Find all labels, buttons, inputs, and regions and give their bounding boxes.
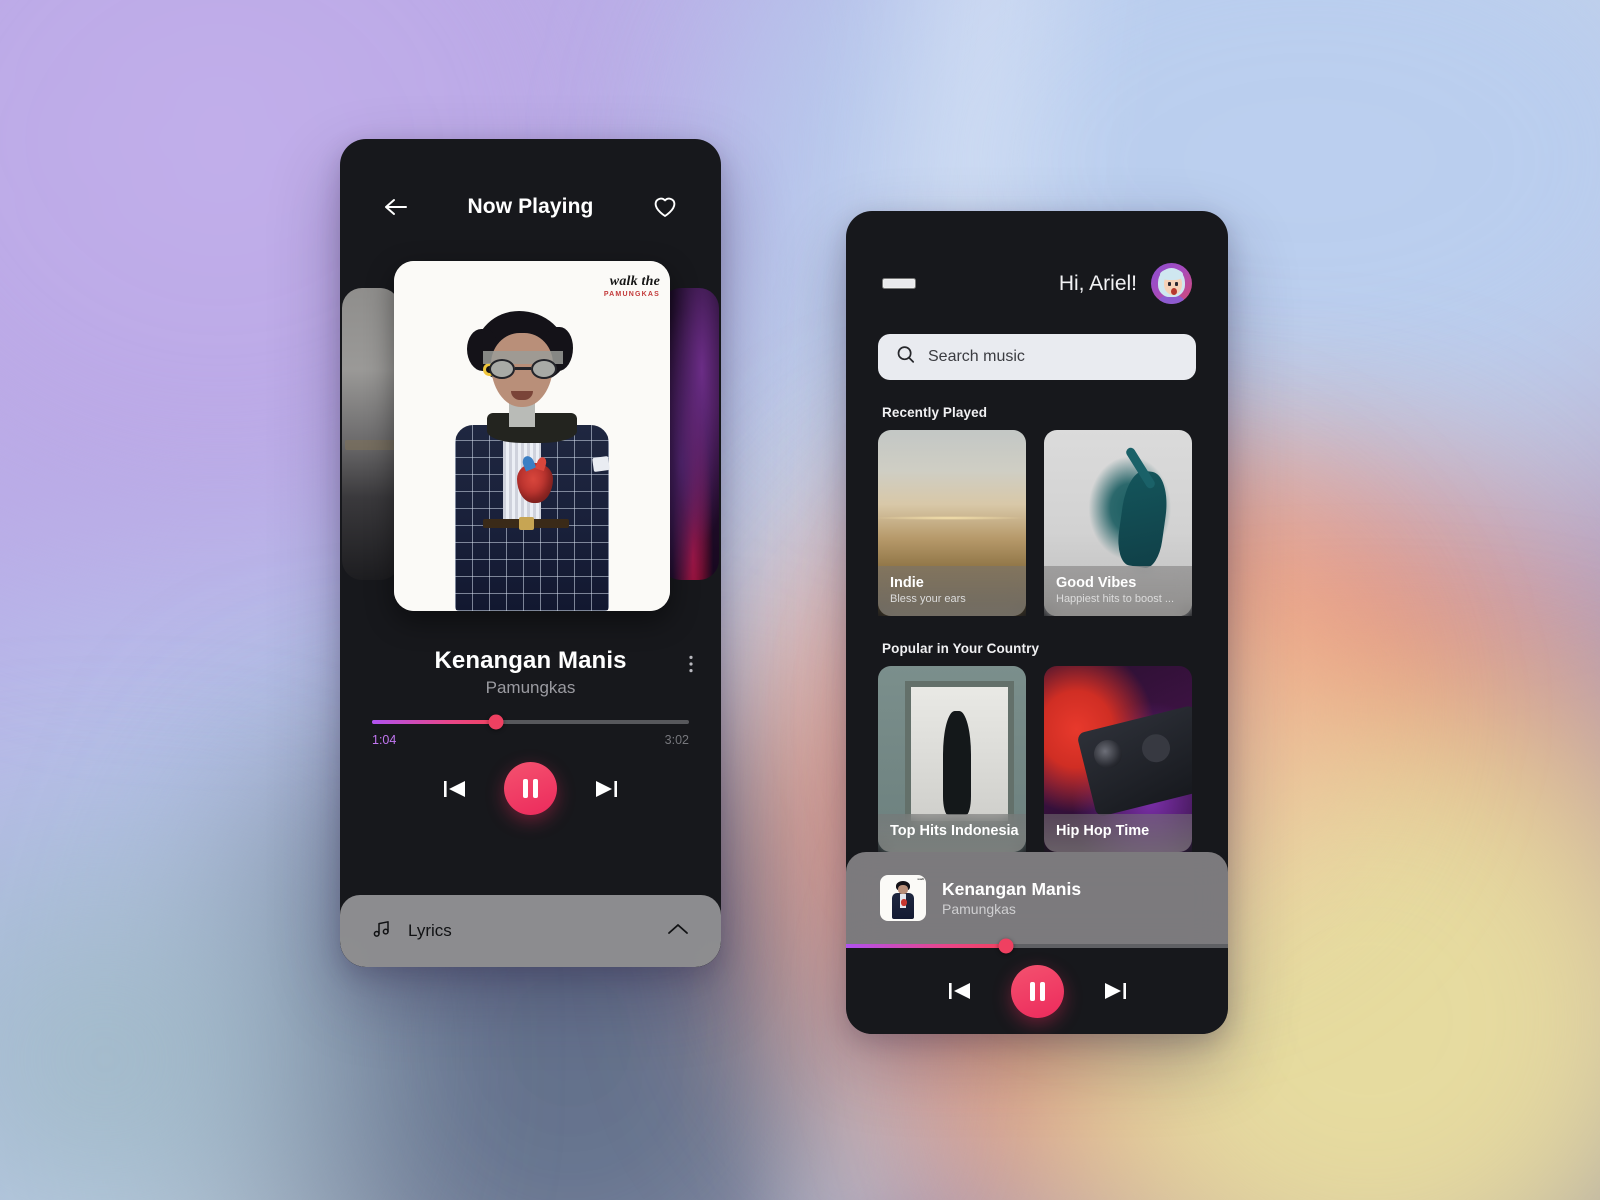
search-input[interactable] <box>928 348 1178 366</box>
mini-player-text: Kenangan Manis Pamungkas <box>942 879 1081 917</box>
mini-player-controls <box>846 948 1228 1034</box>
current-time: 1:04 <box>372 733 397 747</box>
popular-row: Top Hits Indonesia Hip Hop Time <box>846 666 1228 852</box>
progress-slider[interactable] <box>372 714 689 730</box>
heart-icon <box>653 196 677 218</box>
mini-player-progress-slider[interactable] <box>846 938 1228 954</box>
favorite-button[interactable] <box>653 196 677 218</box>
progress-fill <box>372 720 496 724</box>
track-metadata: Kenangan Manis Pamungkas <box>340 647 721 698</box>
skip-next-icon <box>593 776 619 802</box>
kebab-menu-icon <box>689 655 693 673</box>
mini-progress-handle[interactable] <box>998 938 1014 954</box>
avatar[interactable] <box>1151 263 1192 304</box>
seek-section: 1:04 3:02 <box>340 714 721 747</box>
pause-icon <box>523 779 538 798</box>
lyrics-label-group: Lyrics <box>372 919 452 944</box>
home-header: Hi, Ariel! <box>846 211 1228 304</box>
mini-next-button[interactable] <box>1102 978 1128 1004</box>
recently-played-row: Indie Bless your ears Good Vibes Happies… <box>846 430 1228 616</box>
music-note-icon <box>372 919 392 944</box>
section-title-recently-played: Recently Played <box>882 405 988 420</box>
mini-progress-fill <box>846 944 1007 948</box>
track-artist: Pamungkas <box>485 678 576 697</box>
pause-icon <box>1029 981 1045 1001</box>
playlist-name: Hip Hop Time <box>1056 823 1150 839</box>
greeting-text: Hi, Ariel! <box>1058 271 1137 295</box>
playlist-caption: Indie Bless your ears <box>878 566 1026 616</box>
playlist-caption: Top Hits Indonesia <box>878 814 1026 852</box>
mini-player-title: Kenangan Manis <box>942 879 1082 899</box>
playlist-name: Indie <box>890 575 924 591</box>
mini-play-pause-button[interactable] <box>1010 964 1064 1018</box>
cover-artwork: walk the PAMUNGKAS <box>394 261 670 611</box>
playlist-caption: Hip Hop Time <box>1044 814 1192 852</box>
home-screen: Hi, Ariel! Recently Played <box>846 211 1228 1034</box>
album-wordmark: walk the PAMUNGKAS <box>603 274 660 298</box>
cover-art-previous <box>342 288 400 580</box>
skip-next-icon <box>1102 978 1128 1004</box>
progress-handle[interactable] <box>488 714 504 730</box>
lyrics-label: Lyrics <box>408 921 452 940</box>
desktop-wallpaper <box>0 0 1600 1200</box>
arrow-left-icon <box>384 197 408 217</box>
playlist-card-top-hits-indonesia[interactable]: Top Hits Indonesia <box>878 666 1026 852</box>
now-playing-screen: Now Playing walk the PAMUNGKAS Kenangan … <box>340 139 721 967</box>
carousel-previous-cover[interactable] <box>342 288 400 580</box>
playlist-caption: Good Vibes Happiest hits to boost ... <box>1044 566 1192 616</box>
playlist-card-indie[interactable]: Indie Bless your ears <box>878 430 1026 616</box>
previous-track-button[interactable] <box>442 776 468 802</box>
playlist-card-good-vibes[interactable]: Good Vibes Happiest hits to boost ... <box>1044 430 1192 616</box>
playback-controls <box>340 762 721 815</box>
mini-previous-button[interactable] <box>947 978 973 1004</box>
playlist-name: Top Hits Indonesia <box>890 823 1019 839</box>
album-figure <box>439 305 625 611</box>
chevron-up-icon[interactable] <box>667 922 689 941</box>
mini-player-info[interactable]: walk Kenangan Manis Pamungkas <box>846 852 1228 944</box>
track-title: Kenangan Manis <box>434 647 627 674</box>
track-options-button[interactable] <box>689 655 693 673</box>
album-cover-current[interactable]: walk the PAMUNGKAS <box>394 261 670 611</box>
search-bar[interactable] <box>878 334 1196 380</box>
hamburger-menu-icon <box>884 279 914 288</box>
skip-previous-icon <box>442 776 468 802</box>
next-track-button[interactable] <box>593 776 619 802</box>
mini-player-artist: Pamungkas <box>942 901 1016 917</box>
playlist-subtitle: Bless your ears <box>890 593 966 605</box>
lyrics-panel-toggle[interactable]: Lyrics <box>340 895 721 967</box>
mini-player-album-art: walk <box>880 875 926 921</box>
menu-button[interactable] <box>882 277 916 290</box>
playlist-card-hip-hop-time[interactable]: Hip Hop Time <box>1044 666 1192 852</box>
playlist-subtitle: Happiest hits to boost ... <box>1056 593 1175 605</box>
section-title-popular: Popular in Your Country <box>882 641 1040 656</box>
search-icon <box>896 345 916 370</box>
time-labels: 1:04 3:02 <box>372 733 689 747</box>
now-playing-header: Now Playing <box>340 139 721 219</box>
page-title: Now Playing <box>467 195 594 218</box>
play-pause-button[interactable] <box>504 762 557 815</box>
back-button[interactable] <box>384 197 408 217</box>
skip-previous-icon <box>947 978 973 1004</box>
album-carousel[interactable]: walk the PAMUNGKAS <box>340 261 721 611</box>
playlist-name: Good Vibes <box>1056 575 1137 591</box>
mini-player: walk Kenangan Manis Pamungkas <box>846 852 1228 1034</box>
total-time: 3:02 <box>664 733 689 747</box>
greeting-group: Hi, Ariel! <box>1059 263 1192 304</box>
